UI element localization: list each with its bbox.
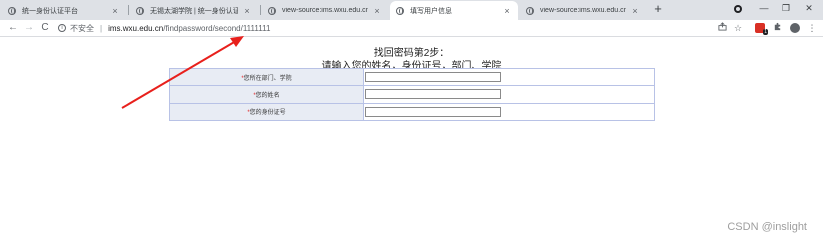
tab-2[interactable]: 无锡太湖学院 | 统一身份认证登录 × xyxy=(130,1,258,20)
department-cell xyxy=(363,67,655,87)
browser-toolbar: ← → C i 不安全 | ims.wxu.edu.cn /findpasswo… xyxy=(0,20,823,37)
close-icon[interactable]: × xyxy=(110,6,120,16)
globe-icon xyxy=(8,6,16,15)
back-button[interactable]: ← xyxy=(6,21,20,35)
media-record-icon[interactable] xyxy=(734,5,742,13)
profile-icon[interactable] xyxy=(790,23,800,33)
tab-4-active[interactable]: 填写用户信息 × xyxy=(390,1,518,20)
watermark: CSDN @inslight xyxy=(727,221,807,233)
globe-icon xyxy=(396,6,404,15)
tab-title: view-source:ims.wxu.edu.cn/fi xyxy=(540,7,626,14)
forward-button[interactable]: → xyxy=(22,21,36,35)
tab-1[interactable]: 统一身份认证平台 × xyxy=(2,1,126,20)
close-icon[interactable]: × xyxy=(242,6,252,16)
minimize-button[interactable]: — xyxy=(758,3,770,13)
address-bar[interactable]: i 不安全 | ims.wxu.edu.cn /findpassword/sec… xyxy=(58,21,758,35)
globe-icon xyxy=(268,6,276,15)
tab-3[interactable]: view-source:ims.wxu.edu.cn/fi × xyxy=(262,1,388,20)
tab-title: 填写用户信息 xyxy=(410,7,452,15)
page-content: 找回密码第2步： 请输入您的姓名，身份证号，部门、学院 *您所在部门、学院 *您… xyxy=(0,37,823,245)
security-label: 不安全 xyxy=(70,23,94,33)
name-input[interactable] xyxy=(365,89,501,100)
form-row-id-number: *您的身份证号 xyxy=(169,102,655,122)
close-window-button[interactable]: ✕ xyxy=(803,3,815,14)
name-label: *您的姓名 xyxy=(169,85,364,104)
globe-icon xyxy=(526,6,534,15)
id-number-input[interactable] xyxy=(365,106,501,117)
tab-divider xyxy=(128,5,129,15)
extension-badge: 1 xyxy=(763,29,768,35)
form-row-name: *您的姓名 xyxy=(169,85,655,104)
star-icon[interactable]: ☆ xyxy=(732,22,744,34)
info-icon[interactable]: i xyxy=(58,24,66,32)
puzzle-icon[interactable] xyxy=(771,22,783,34)
extension-red-icon[interactable]: 1 xyxy=(755,23,768,35)
menu-icon[interactable]: ⋮ xyxy=(806,22,818,34)
new-tab-button[interactable]: + xyxy=(651,2,665,16)
globe-icon xyxy=(136,6,144,15)
tab-title: 无锡太湖学院 | 统一身份认证登录 xyxy=(150,7,238,15)
close-icon[interactable]: × xyxy=(372,6,382,16)
close-icon[interactable]: × xyxy=(502,6,512,16)
url-host: ims.wxu.edu.cn xyxy=(108,23,164,33)
tab-5[interactable]: view-source:ims.wxu.edu.cn/fi × xyxy=(520,1,646,20)
department-input[interactable] xyxy=(365,72,501,83)
department-label: *您所在部门、学院 xyxy=(169,67,364,87)
tab-title: view-source:ims.wxu.edu.cn/fi xyxy=(282,7,368,14)
maximize-button[interactable]: ❐ xyxy=(780,3,792,14)
name-label-text: 您的姓名 xyxy=(255,92,280,99)
user-info-form: *您所在部门、学院 *您的姓名 *您的身份证号 xyxy=(169,67,655,122)
tab-divider xyxy=(260,5,261,15)
id-number-label-text: 您的身份证号 xyxy=(249,110,286,117)
url-separator: | xyxy=(100,23,103,33)
department-label-text: 您所在部门、学院 xyxy=(243,75,292,82)
name-cell xyxy=(363,85,655,104)
form-row-department: *您所在部门、学院 xyxy=(169,67,655,87)
close-icon[interactable]: × xyxy=(630,6,640,16)
id-number-label: *您的身份证号 xyxy=(169,102,364,122)
url-path: /findpassword/second/1111111 xyxy=(163,23,271,33)
tab-strip: 统一身份认证平台 × 无锡太湖学院 | 统一身份认证登录 × view-sour… xyxy=(0,0,823,20)
reload-button[interactable]: C xyxy=(38,21,52,35)
tab-title: 统一身份认证平台 xyxy=(22,7,78,15)
id-number-cell xyxy=(363,102,655,122)
browser-window: 统一身份认证平台 × 无锡太湖学院 | 统一身份认证登录 × view-sour… xyxy=(0,0,823,245)
share-icon[interactable] xyxy=(716,22,728,34)
